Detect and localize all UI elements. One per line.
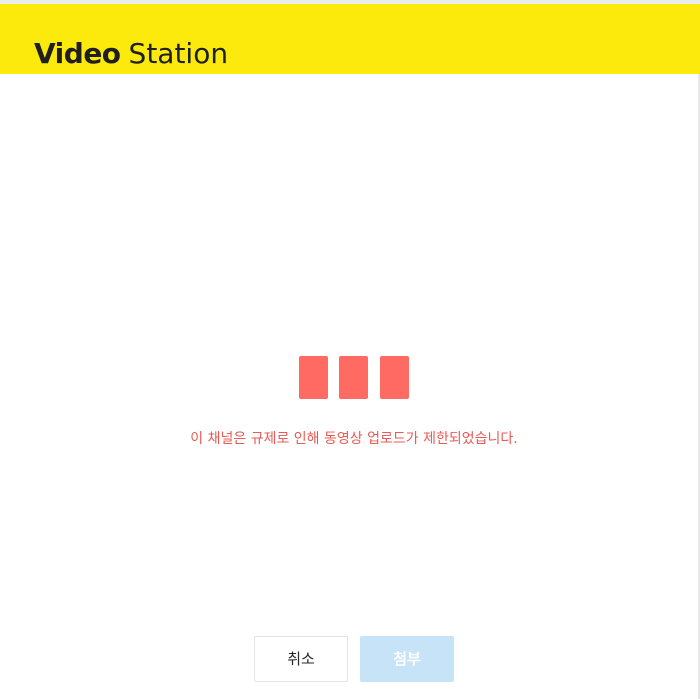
restricted-icon-block: [380, 356, 409, 399]
restricted-icon: [299, 356, 409, 399]
restriction-message: 이 채널은 규제로 인해 동영상 업로드가 제한되었습니다.: [190, 431, 518, 447]
restricted-icon-block: [339, 356, 368, 399]
app-title-bold: Video: [34, 37, 121, 70]
cancel-button[interactable]: 취소: [254, 636, 348, 682]
video-station-dialog: Video Station 이 채널은 규제로 인해 동영상 업로드가 제한되었습…: [0, 0, 700, 699]
app-title-light: Station: [128, 37, 229, 70]
header-bar: Video Station: [0, 4, 700, 74]
restricted-icon-block: [299, 356, 328, 399]
attach-button[interactable]: 첨부: [360, 636, 454, 682]
app-title: Video Station: [34, 36, 228, 72]
